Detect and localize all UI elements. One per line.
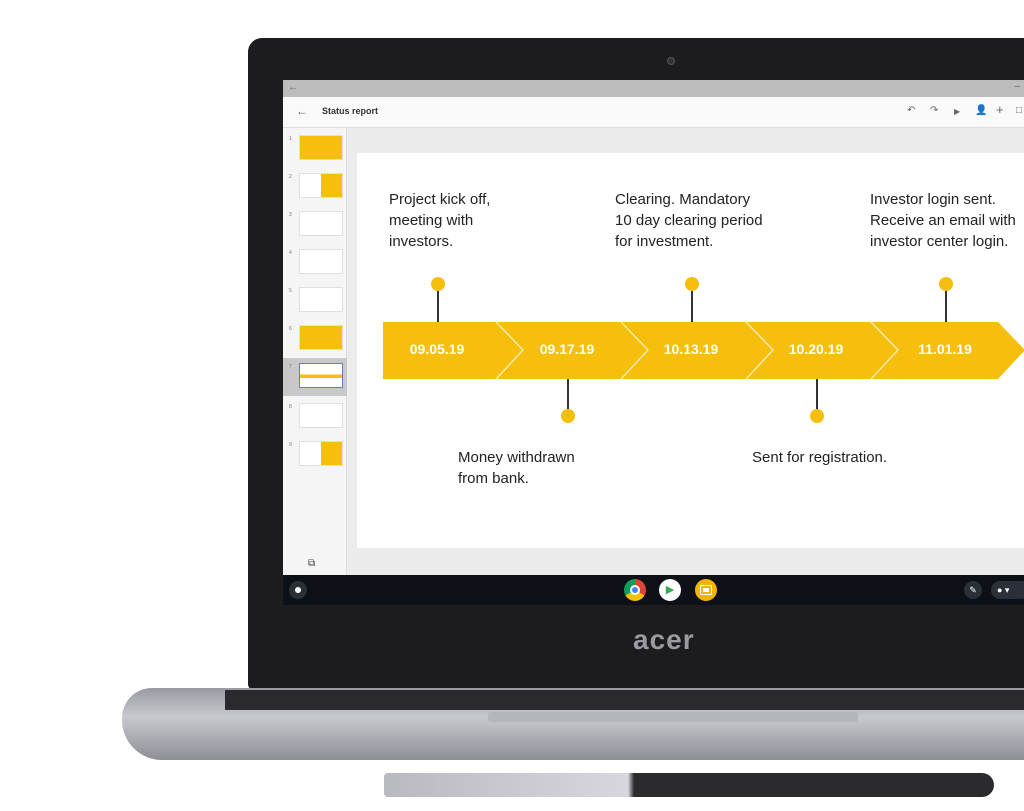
marker-dot [685, 277, 699, 291]
slide-canvas: 09.05.19 09.17.19 10.13.19 10.20.19 11.0… [357, 153, 1024, 548]
slide-thumbnail-7[interactable] [299, 363, 343, 388]
marker-dot [939, 277, 953, 291]
slide-number: 6 [289, 326, 292, 332]
event-text: Clearing. Mandatory 10 day clearing peri… [615, 191, 763, 250]
date-label: 11.01.19 [918, 341, 972, 357]
redo-icon[interactable]: ↷ [930, 105, 938, 116]
document-title: Status report [322, 106, 379, 116]
date-label: 09.17.19 [539, 341, 595, 357]
slide-thumbnail-1[interactable] [299, 135, 343, 160]
launcher-button[interactable] [289, 581, 307, 599]
slide-number: 1 [289, 136, 292, 142]
slide-number: 3 [289, 212, 292, 218]
slide-number: 9 [289, 442, 292, 448]
marker-dot [561, 409, 575, 423]
slide-number: 8 [289, 404, 292, 410]
slide-filmstrip: 1 2 3 4 5 6 7 8 9 ⧉ [283, 128, 347, 575]
slide-thumbnail-2[interactable] [299, 173, 343, 198]
slide-number: 5 [289, 288, 292, 294]
slide-thumbnail-4[interactable] [299, 249, 343, 274]
chrome-icon[interactable] [624, 579, 646, 601]
slide-thumbnail-9[interactable] [299, 441, 343, 466]
app-toolbar: ← Status report ↶ ↷ ▶ 👤 + □ [283, 97, 1024, 128]
back-arrow-icon[interactable]: ← [296, 104, 308, 118]
touchpad [488, 712, 858, 722]
event-text: Project kick off, meeting with investors… [389, 191, 491, 250]
slide-thumbnail-5[interactable] [299, 287, 343, 312]
event-text: Investor login sent. Receive an email wi… [870, 191, 1016, 250]
event-text: Money withdrawn from bank. [458, 449, 575, 487]
undo-icon[interactable]: ↶ [907, 105, 915, 116]
present-icon[interactable]: ▶ [954, 107, 960, 116]
share-icon[interactable]: 👤 [975, 105, 987, 116]
marker-dot [431, 277, 445, 291]
date-label: 10.20.19 [788, 341, 844, 357]
play-store-icon[interactable]: ▶ [659, 579, 681, 601]
chromeos-shelf: ▶ ✎ ● ▾ [283, 575, 1024, 605]
stylus-pen [384, 773, 994, 797]
brand-logo: acer [633, 624, 695, 655]
timeline-dates: 09.05.19 09.17.19 10.13.19 10.20.19 11.0… [383, 322, 1024, 379]
more-icon[interactable]: □ [1016, 105, 1022, 116]
webcam [667, 57, 675, 65]
slide-number: 2 [289, 174, 292, 180]
date-label: 09.05.19 [409, 341, 465, 357]
keyboard [225, 690, 1024, 710]
event-text: Sent for registration. [752, 449, 888, 466]
status-tray[interactable]: ● ▾ [991, 581, 1024, 599]
minimize-icon[interactable]: – [1014, 81, 1020, 92]
slide-thumbnail-8[interactable] [299, 403, 343, 428]
slide-thumbnail-6[interactable] [299, 325, 343, 350]
stylus-tools-icon[interactable]: ✎ [964, 581, 982, 599]
new-slide-icon[interactable]: ⧉ [308, 558, 315, 569]
window-titlebar: ← – [283, 80, 1024, 97]
screen: ← – ← Status report ↶ ↷ ▶ 👤 + □ 1 2 3 4 … [283, 80, 1024, 605]
back-icon[interactable]: ← [288, 82, 298, 93]
slide-number: 7 [289, 364, 292, 370]
slide-number: 4 [289, 250, 292, 256]
marker-dot [810, 409, 824, 423]
slide-thumbnail-3[interactable] [299, 211, 343, 236]
add-icon[interactable]: + [996, 102, 1004, 117]
date-label: 10.13.19 [663, 341, 719, 357]
slides-icon[interactable] [695, 579, 717, 601]
